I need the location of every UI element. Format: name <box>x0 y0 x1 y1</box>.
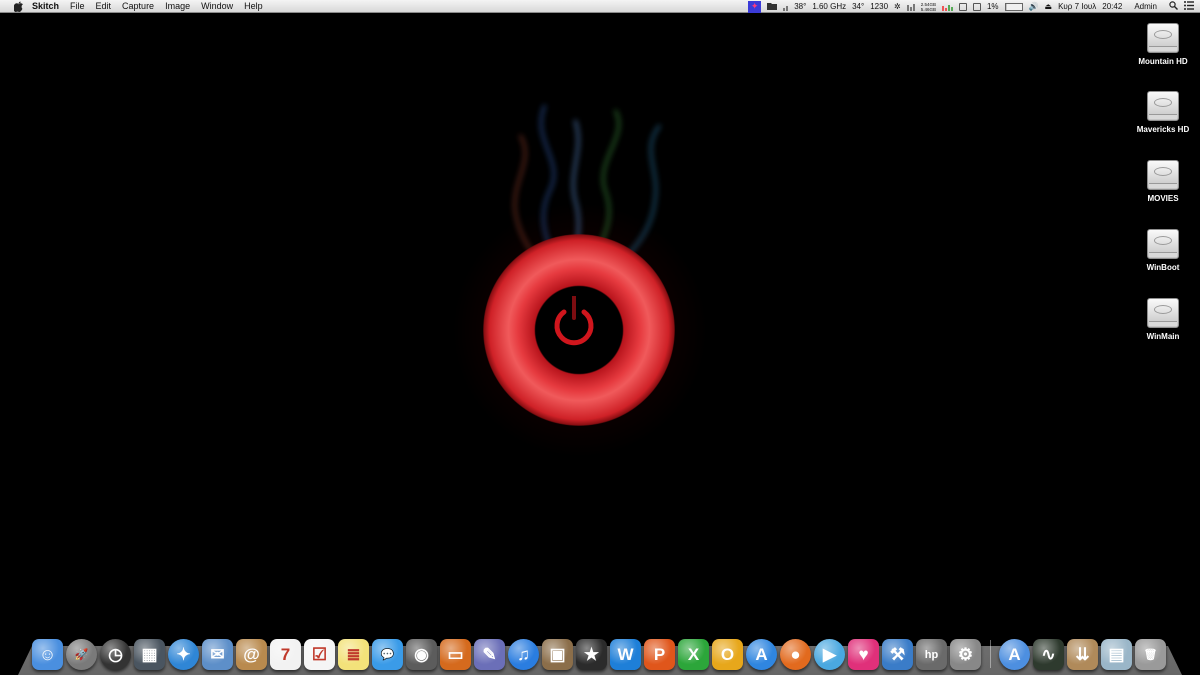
hard-drive-icon <box>1146 226 1180 260</box>
drive-label: Mavericks HD <box>1136 125 1190 134</box>
memory-readout[interactable]: 2.54GB 5.46GB <box>921 2 936 12</box>
heart-app-icon[interactable]: ♥ <box>848 639 879 670</box>
hard-drive-icon <box>1146 295 1180 329</box>
memory-free: 5.46GB <box>920 6 936 12</box>
drive-label: WinBoot <box>1146 263 1180 272</box>
outlook-icon[interactable]: O <box>712 639 743 670</box>
cpu-load-icon[interactable] <box>783 2 789 11</box>
hp-printer-icon[interactable]: hp <box>916 639 947 670</box>
cpu-frequency[interactable]: 1.60 GHz <box>812 2 846 11</box>
quicktime-icon[interactable]: ▶ <box>814 639 845 670</box>
desktop-drive-winboot[interactable]: WinBoot <box>1128 226 1198 272</box>
excel-icon[interactable]: X <box>678 639 709 670</box>
dock-separator <box>990 640 991 668</box>
eject-icon[interactable]: ⏏ <box>1045 2 1053 11</box>
mission-control-icon[interactable]: ▦ <box>134 639 165 670</box>
menu-window[interactable]: Window <box>201 1 233 11</box>
user-menu[interactable]: Admin <box>1134 2 1157 11</box>
mail-icon[interactable]: ✉ <box>202 639 233 670</box>
hard-drive-icon <box>1146 88 1180 122</box>
menu-app-name[interactable]: Skitch <box>32 1 59 11</box>
dock-apps: ☺ 🚀 ◷ ▦ ✦ ✉ @7 ☑ ≣ 💬 ◉ ▭ ✎ ♫ ▣ ★ W P X O A ● ▶ ♥ ⚒ hp ⚙ <box>32 639 984 670</box>
folder-icon[interactable] <box>767 2 778 12</box>
drive-label: MOVIES <box>1147 194 1179 203</box>
desktop-drive-mountain-hd[interactable]: Mountain HD <box>1128 20 1198 66</box>
menu-edit[interactable]: Edit <box>96 1 112 11</box>
facetime-icon[interactable]: ◉ <box>406 639 437 670</box>
firefox-icon[interactable]: ● <box>780 639 811 670</box>
applications-folder-icon[interactable]: A <box>999 639 1030 670</box>
safari-icon[interactable]: ✦ <box>168 639 199 670</box>
desktop-drive-movies[interactable]: MOVIES <box>1128 157 1198 203</box>
menubar-time[interactable]: 20:42 <box>1102 2 1122 11</box>
messages-icon[interactable]: 💬 <box>372 639 403 670</box>
keynote-icon[interactable]: ▭ <box>440 639 471 670</box>
menu-help[interactable]: Help <box>244 1 263 11</box>
drive-label: WinMain <box>1146 332 1180 341</box>
calendar-icon[interactable]: 7 <box>270 639 301 670</box>
disk-usage-icon[interactable] <box>958 2 967 11</box>
notification-center-icon[interactable] <box>1184 1 1194 12</box>
contacts-icon[interactable]: @ <box>236 639 267 670</box>
activity-monitor-icon[interactable]: ∿ <box>1033 639 1064 670</box>
launchpad-icon[interactable]: 🚀 <box>66 639 97 670</box>
utility-app-icon[interactable]: ⚒ <box>882 639 913 670</box>
spotlight-search-icon[interactable] <box>1169 1 1178 12</box>
itunes-icon[interactable]: ♫ <box>508 639 539 670</box>
disk-activity-icon[interactable] <box>906 2 915 11</box>
system-preferences-icon[interactable]: ⚙ <box>950 639 981 670</box>
menu-capture[interactable]: Capture <box>122 1 154 11</box>
finder-icon[interactable]: ☺ <box>32 639 63 670</box>
menu-file[interactable]: File <box>70 1 85 11</box>
cpu-temp[interactable]: 38° <box>794 2 806 11</box>
desktop-drive-winmain[interactable]: WinMain <box>1128 295 1198 341</box>
apple-menu-icon[interactable] <box>12 1 24 12</box>
dock: ☺ 🚀 ◷ ▦ ✦ ✉ @7 ☑ ≣ 💬 ◉ ▭ ✎ ♫ ▣ ★ W P X O A ● ▶ ♥ ⚒ hp ⚙ A ∿ ⇊ ▤ 🗑 <box>32 632 1169 670</box>
temperature-sensor-icon[interactable] <box>972 2 981 11</box>
desktop-drive-mavericks-hd[interactable]: Mavericks HD <box>1128 88 1198 134</box>
downloads-stack-icon[interactable]: ⇊ <box>1067 639 1098 670</box>
network-activity-icon[interactable] <box>941 2 953 11</box>
documents-stack-icon[interactable]: ▤ <box>1101 639 1132 670</box>
battery-icon[interactable] <box>1004 2 1023 11</box>
drive-label: Mountain HD <box>1138 57 1188 66</box>
menu-image[interactable]: Image <box>165 1 190 11</box>
word-icon[interactable]: W <box>610 639 641 670</box>
power-symbol-icon <box>554 296 594 346</box>
iphoto-icon[interactable]: ▣ <box>542 639 573 670</box>
powerpoint-icon[interactable]: P <box>644 639 675 670</box>
fan-icon: ✲ <box>894 2 901 11</box>
volume-icon[interactable]: 🔊 <box>1029 2 1039 11</box>
battery-percent[interactable]: 1% <box>987 2 999 11</box>
dock-stacks: A ∿ ⇊ ▤ 🗑 <box>999 639 1169 670</box>
menubar-app-icon[interactable]: ✦ <box>748 0 762 13</box>
hard-drive-icon <box>1146 20 1180 54</box>
script-editor-icon[interactable]: ✎ <box>474 639 505 670</box>
dashboard-icon[interactable]: ◷ <box>100 639 131 670</box>
gpu-temp[interactable]: 34° <box>852 2 864 11</box>
app-store-icon[interactable]: A <box>746 639 777 670</box>
trash-icon[interactable]: 🗑 <box>1135 639 1166 670</box>
fan-speed[interactable]: 1230 <box>870 2 888 11</box>
hard-drive-icon <box>1146 157 1180 191</box>
reminders-icon[interactable]: ☑ <box>304 639 335 670</box>
notes-icon[interactable]: ≣ <box>338 639 369 670</box>
menu-bar: Skitch File Edit Capture Image Window He… <box>0 0 1200 13</box>
menubar-date[interactable]: Κυρ 7 Ιουλ <box>1058 2 1096 11</box>
imovie-icon[interactable]: ★ <box>576 639 607 670</box>
